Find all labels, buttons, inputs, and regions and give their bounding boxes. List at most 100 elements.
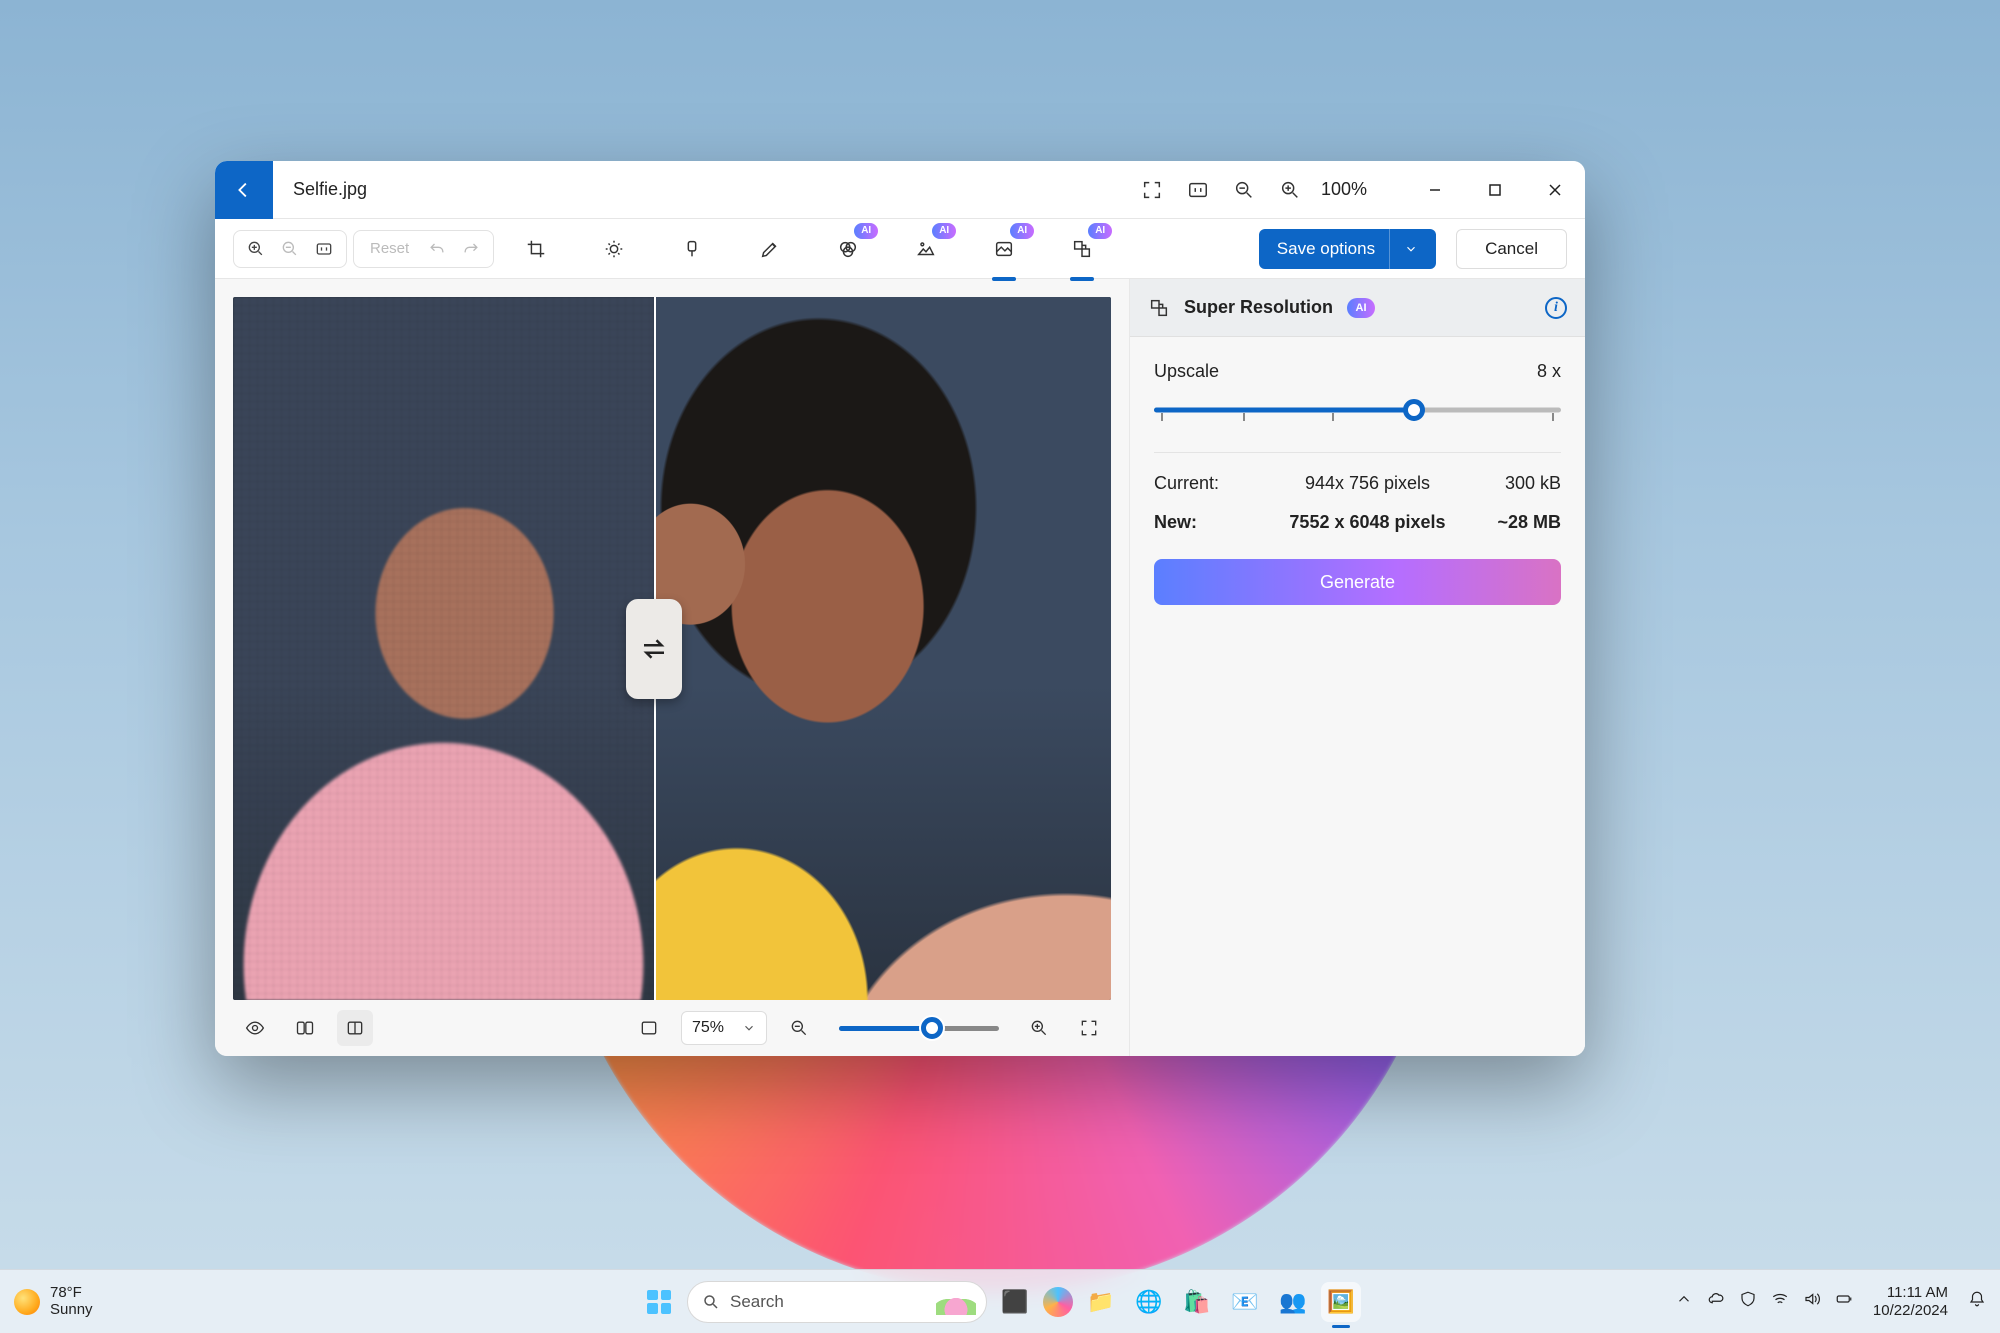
ai-badge-icon: AI xyxy=(1010,223,1034,239)
reset-button[interactable]: Reset xyxy=(360,240,419,257)
taskbar-search[interactable]: Search xyxy=(687,1281,987,1323)
taskbar: 78°F Sunny Search ⬛ 📁 🌐 🛍️ 📧 👥 🖼️ 11:11 … xyxy=(0,1269,2000,1333)
minimize-button[interactable] xyxy=(1405,161,1465,219)
photos-app-window: Selfie.jpg 100% Reset xyxy=(215,161,1585,1056)
cancel-label: Cancel xyxy=(1485,239,1538,259)
task-view-icon[interactable]: ⬛ xyxy=(995,1282,1035,1322)
upscale-slider[interactable] xyxy=(1154,398,1561,422)
current-label: Current: xyxy=(1154,473,1274,494)
zoom-in-icon xyxy=(1279,179,1301,201)
fit-screen-button[interactable] xyxy=(631,1010,667,1046)
zoom-slider-thumb[interactable] xyxy=(921,1017,943,1039)
save-options-label: Save options xyxy=(1277,239,1375,259)
zoom-out-footer[interactable] xyxy=(781,1010,817,1046)
file-explorer-icon[interactable]: 📁 xyxy=(1081,1282,1121,1322)
filter-tool[interactable] xyxy=(670,227,714,271)
chevron-down-icon xyxy=(1389,229,1418,269)
new-file-size: ~28 MB xyxy=(1461,512,1561,533)
store-icon[interactable]: 🛍️ xyxy=(1177,1282,1217,1322)
compare-handle[interactable] xyxy=(626,599,682,699)
file-title: Selfie.jpg xyxy=(293,179,367,200)
history-tool-group: Reset xyxy=(353,230,494,268)
ai-badge-icon: AI xyxy=(1088,223,1112,239)
panel-title: Super Resolution xyxy=(1184,297,1333,318)
cancel-button[interactable]: Cancel xyxy=(1456,229,1567,269)
tray-overflow-icon[interactable] xyxy=(1675,1290,1693,1313)
teams-icon[interactable]: 👥 xyxy=(1273,1282,1313,1322)
image-before xyxy=(233,297,654,1000)
canvas-footer: 75% xyxy=(233,1000,1111,1056)
save-options-button[interactable]: Save options xyxy=(1259,229,1436,269)
edit-toolbar: Reset AI AI AI AI Save options xyxy=(215,219,1585,279)
zoom-tool-group xyxy=(233,230,347,268)
upscale-slider-thumb[interactable] xyxy=(1403,399,1425,421)
zoom-slider-fill xyxy=(839,1026,932,1031)
weather-sun-icon xyxy=(14,1289,40,1315)
zoom-in-footer[interactable] xyxy=(1021,1010,1057,1046)
swap-icon xyxy=(639,634,669,664)
battery-icon[interactable] xyxy=(1835,1290,1853,1313)
markup-tool[interactable] xyxy=(748,227,792,271)
generate-button[interactable]: Generate xyxy=(1154,559,1561,605)
redo-button[interactable] xyxy=(455,233,487,265)
weather-temp: 78°F xyxy=(50,1285,93,1302)
zoom-percentage: 100% xyxy=(1321,179,1367,200)
zoom-out-titlebar-button[interactable] xyxy=(1224,170,1264,210)
back-button[interactable] xyxy=(215,161,273,219)
adjust-tool[interactable] xyxy=(592,227,636,271)
current-file-size: 300 kB xyxy=(1461,473,1561,494)
zoom-dropdown[interactable]: 75% xyxy=(681,1011,767,1045)
outlook-icon[interactable]: 📧 xyxy=(1225,1282,1265,1322)
fullscreen-footer[interactable] xyxy=(1071,1010,1107,1046)
notifications-icon[interactable] xyxy=(1968,1290,1986,1313)
split-view-toggle[interactable] xyxy=(337,1010,373,1046)
background-blur-tool[interactable]: AI xyxy=(904,227,948,271)
close-button[interactable] xyxy=(1525,161,1585,219)
onedrive-icon[interactable] xyxy=(1707,1290,1725,1313)
current-dimensions: 944x 756 pixels xyxy=(1274,473,1461,494)
titlebar: Selfie.jpg 100% xyxy=(215,161,1585,219)
clock[interactable]: 11:11 AM 10/22/2024 xyxy=(1873,1284,1948,1319)
image-canvas[interactable] xyxy=(233,297,1111,1000)
super-resolution-panel: Super Resolution AI i Upscale 8 x xyxy=(1129,279,1585,1056)
edge-icon[interactable]: 🌐 xyxy=(1129,1282,1169,1322)
actual-size-button[interactable] xyxy=(1178,170,1218,210)
system-tray: 11:11 AM 10/22/2024 xyxy=(1675,1284,1986,1319)
weather-widget[interactable]: 78°F Sunny xyxy=(14,1285,93,1318)
ai-badge-icon: AI xyxy=(854,223,878,239)
editor-body: 75% Super Resolution AI i xyxy=(215,279,1585,1056)
chevron-down-icon xyxy=(742,1021,756,1035)
image-after xyxy=(654,297,1111,1000)
fullscreen-button[interactable] xyxy=(1132,170,1172,210)
clock-time: 11:11 AM xyxy=(1887,1284,1948,1301)
remove-background-tool[interactable]: AI xyxy=(982,227,1026,271)
zoom-slider[interactable] xyxy=(839,1026,999,1031)
taskbar-center: Search ⬛ 📁 🌐 🛍️ 📧 👥 🖼️ xyxy=(639,1281,1361,1323)
selected-tool-indicator xyxy=(992,277,1016,281)
expand-icon xyxy=(1141,179,1163,201)
info-icon[interactable]: i xyxy=(1545,297,1567,319)
start-button[interactable] xyxy=(639,1282,679,1322)
super-resolution-tool[interactable]: AI xyxy=(1060,227,1104,271)
compare-toggle[interactable] xyxy=(287,1010,323,1046)
wifi-icon[interactable] xyxy=(1771,1290,1789,1313)
weather-condition: Sunny xyxy=(50,1302,93,1319)
fit-tool[interactable] xyxy=(308,233,340,265)
crop-tool[interactable] xyxy=(514,227,558,271)
one-to-one-icon xyxy=(1187,179,1209,201)
search-highlight-icon xyxy=(936,1289,976,1315)
security-icon[interactable] xyxy=(1739,1290,1757,1313)
panel-header: Super Resolution AI i xyxy=(1130,279,1585,337)
zoom-in-tool[interactable] xyxy=(240,233,272,265)
maximize-button[interactable] xyxy=(1465,161,1525,219)
undo-button[interactable] xyxy=(421,233,453,265)
new-dimensions: 7552 x 6048 pixels xyxy=(1274,512,1461,533)
preview-toggle[interactable] xyxy=(237,1010,273,1046)
ai-badge-icon: AI xyxy=(932,223,956,239)
photos-app-icon[interactable]: 🖼️ xyxy=(1321,1282,1361,1322)
erase-tool[interactable]: AI xyxy=(826,227,870,271)
zoom-out-tool[interactable] xyxy=(274,233,306,265)
zoom-in-titlebar-button[interactable] xyxy=(1270,170,1310,210)
copilot-icon[interactable] xyxy=(1043,1287,1073,1317)
volume-icon[interactable] xyxy=(1803,1290,1821,1313)
